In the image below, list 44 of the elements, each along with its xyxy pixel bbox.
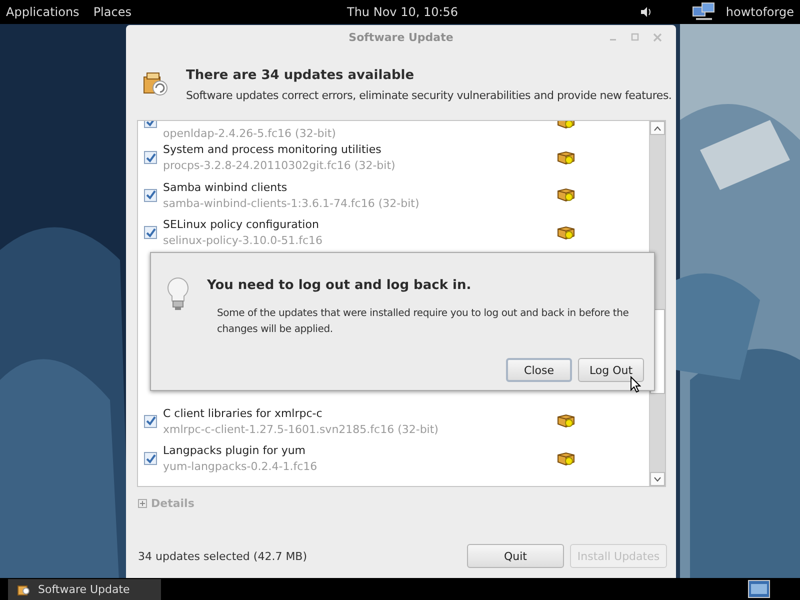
dialog-title: You need to log out and log back in. [207,278,472,293]
package-name: yum-langpacks-0.2.4-1.fc16 [163,460,318,474]
expander-icon[interactable] [138,499,147,508]
checkbox[interactable] [144,151,157,164]
window-title: Software Update [348,31,454,44]
package-name: procps-3.2.8-24.20110302git.fc16 (32-bit) [163,159,396,172]
package-icon [557,452,575,466]
update-name: System and process monitoring utilities [163,143,382,156]
user-menu[interactable]: howtoforge [726,5,794,19]
workspace-icon[interactable] [748,580,770,598]
scroll-down-icon[interactable] [654,476,661,482]
taskbar-item[interactable]: Software Update [8,578,161,600]
checkbox[interactable] [144,188,157,202]
mouse-pointer-icon [630,376,641,393]
header-title: There are 34 updates available [186,68,416,83]
volume-icon[interactable] [640,6,652,18]
header-subtitle: Software updates correct errors, eliminate security vulnerabilities and provide new features. [186,89,672,102]
package-icon [557,226,575,240]
scroll-up-icon[interactable] [654,126,661,130]
update-name: C client libraries for xmlrpc-c [163,406,324,420]
update-row[interactable]: C client libraries for xmlrpc-c xmlrpc-c-client-1.27.5-1601.svn2185.fc16 (32-bit) [138,402,649,440]
menu-item[interactable]: Places [93,5,132,19]
update-name: Samba winbind clients [163,180,288,194]
package-name: selinux-policy-3.10.0-51.fc16 [163,234,324,248]
update-name: SELinux policy configuration [163,218,320,232]
dialog-message: Some of the updates that were installed require you to log out and back in before the changes will be applied. [217,307,630,337]
package-icon [557,150,575,165]
package-icon [557,414,575,428]
quit-button[interactable]: Quit [467,544,564,568]
checkbox[interactable] [144,226,157,240]
light-bulb-icon [167,277,189,311]
package-name: xmlrpc-c-client-1.27.5-1601.svn2185.fc16 (32-bit) [163,422,440,436]
status-text: 34 updates selected (42.7 MB) [138,550,308,562]
network-icon[interactable] [692,2,716,22]
checkbox[interactable] [144,414,157,428]
package-icon [557,188,575,202]
package-name: samba-winbind-clients-1:3.6.1-74.fc16 (32-bit) [163,196,420,210]
update-name: Langpacks plugin for yum [163,444,307,458]
package-name: openldap-2.4.26-5.fc16 (32-bit) [163,127,337,140]
log-out-button[interactable]: Log Out [578,358,644,382]
clock[interactable]: Thu Nov 10, 10:56 [347,5,458,19]
menu-item[interactable]: Applications [6,5,80,19]
close-button[interactable]: Close [506,358,572,382]
checkbox[interactable] [144,452,157,466]
